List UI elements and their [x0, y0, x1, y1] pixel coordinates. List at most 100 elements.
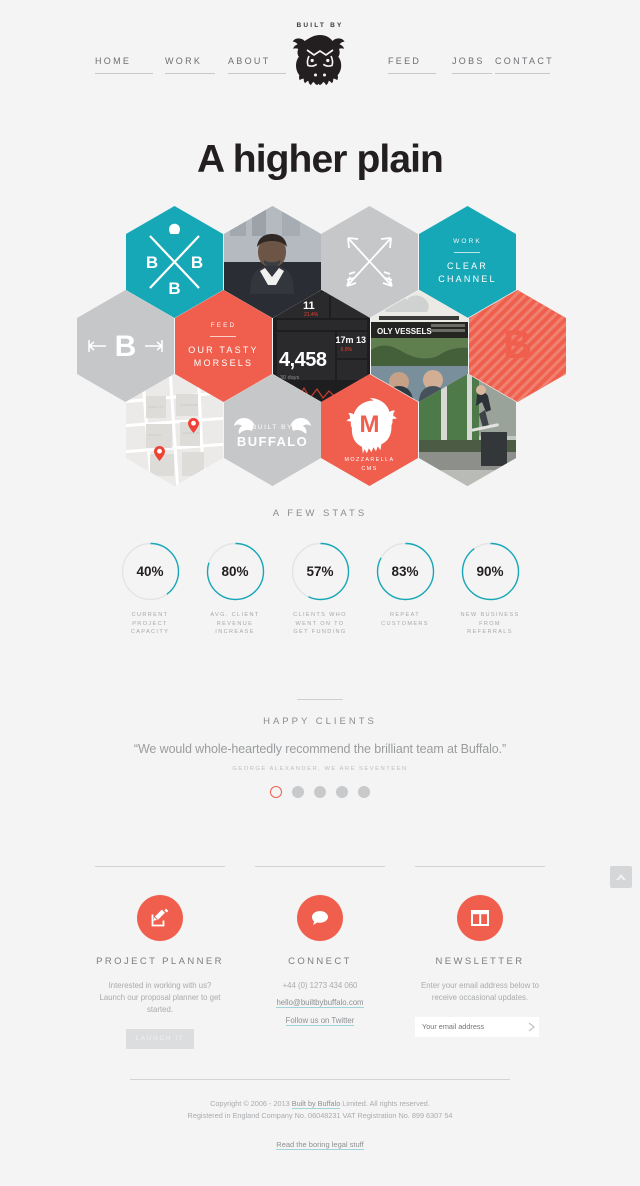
- footer-column-project-planner: PROJECT PLANNER Interested in working wi…: [95, 865, 225, 1049]
- svg-text:B: B: [503, 323, 532, 367]
- footer-column-body: Interested in working with us? Launch ou…: [99, 980, 221, 1014]
- footer-column-body: Enter your email address below to receiv…: [421, 980, 539, 1002]
- stat-value: 90%: [476, 564, 504, 579]
- svg-text:B: B: [115, 330, 137, 363]
- nav-item-jobs[interactable]: JOBS: [452, 56, 492, 74]
- svg-text:MOZZARELLA: MOZZARELLA: [345, 457, 395, 463]
- svg-text:BUILT BY: BUILT BY: [252, 424, 293, 431]
- footer-column-title: CONNECT: [288, 955, 352, 967]
- newsletter-email-input[interactable]: [415, 1016, 523, 1037]
- testimonial-pagination: [0, 785, 640, 798]
- stat-item: 57% CLIENTS WHO WENT ON TO GET FUNDING: [290, 541, 351, 637]
- page-root: BUILT BY HOME WORK ABOUT FEED JOBS CONTA…: [0, 0, 640, 1186]
- map-pin-icon: [188, 418, 199, 433]
- footer-column-title: PROJECT PLANNER: [96, 955, 224, 967]
- hex-eyebrow: WORK: [453, 238, 482, 245]
- stat-item: 90% NEW BUSINESS FROM REFERRALS: [460, 541, 521, 637]
- divider: [255, 865, 385, 867]
- svg-text:BUFFALO: BUFFALO: [237, 434, 308, 449]
- stat-ring: 80%: [205, 541, 266, 602]
- newsletter-icon-button[interactable]: [457, 894, 503, 941]
- stat-item: 83% REPEAT CUSTOMERS: [375, 541, 436, 637]
- stat-caption: REPEAT CUSTOMERS: [381, 612, 429, 627]
- hex-title: CLEAR CHANNEL: [438, 261, 497, 284]
- chevron-right-icon: [528, 1021, 535, 1032]
- connect-email-link[interactable]: hello@builtbybuffalo.com: [276, 998, 364, 1008]
- pagination-dot[interactable]: [292, 785, 304, 798]
- speech-bubble-icon: [312, 910, 328, 925]
- divider: [415, 865, 545, 867]
- dashboard-stat-secondary: 17m 13: [335, 335, 366, 345]
- copyright-line-2: Registered in England Company No. 060482…: [187, 1110, 453, 1120]
- newsletter-submit-button[interactable]: [523, 1017, 539, 1037]
- footer-column-newsletter: NEWSLETTER Enter your email address belo…: [415, 865, 545, 1049]
- divider: [454, 252, 481, 253]
- copyright-post: Limited. All rights reserved.: [340, 1098, 430, 1108]
- footer-column-title: NEWSLETTER: [435, 955, 525, 967]
- svg-text:CMS: CMS: [361, 466, 377, 472]
- stat-value: 80%: [221, 564, 249, 579]
- connect-icon-button[interactable]: [297, 894, 343, 941]
- project-planner-icon-button[interactable]: [137, 894, 183, 941]
- connect-phone: +44 (0) 1273 434 060: [282, 980, 358, 990]
- svg-text:QUEENS RD: QUEENS RD: [180, 403, 199, 407]
- stats-heading: A FEW STATS: [272, 508, 368, 519]
- svg-text:B: B: [146, 253, 158, 272]
- nav-item-feed[interactable]: FEED: [388, 56, 436, 74]
- legal-link[interactable]: Read the boring legal stuff: [276, 1139, 364, 1150]
- testimonial-cite: GEORGE ALEXANDER, WE ARE SEVENTEEN: [232, 765, 408, 772]
- divider: [130, 1078, 510, 1080]
- pagination-dot[interactable]: [314, 785, 326, 798]
- stat-value: 57%: [306, 564, 334, 579]
- svg-text:NORTH ST: NORTH ST: [148, 405, 163, 409]
- svg-text:WEST ST: WEST ST: [148, 433, 161, 437]
- legal-block: Read the boring legal stuff: [0, 1134, 640, 1152]
- svg-text:OLY VESSELS: OLY VESSELS: [377, 327, 432, 336]
- nav-item-about[interactable]: ABOUT: [228, 56, 286, 74]
- stat-item: 40% CURRENT PROJECT CAPACITY: [120, 541, 181, 637]
- stat-ring: 40%: [120, 541, 181, 602]
- stat-value: 40%: [136, 564, 164, 579]
- nav-item-work[interactable]: WORK: [165, 56, 215, 74]
- svg-text:B: B: [168, 279, 180, 298]
- hex-eyebrow: FEED: [210, 322, 237, 329]
- testimonial-heading: HAPPY CLIENTS: [263, 715, 377, 727]
- pagination-dot[interactable]: [336, 785, 348, 798]
- built-by-buffalo-link[interactable]: Built by Buffalo: [291, 1098, 341, 1109]
- main-nav: HOME WORK ABOUT FEED JOBS CONTACT: [0, 56, 640, 76]
- svg-text:B: B: [191, 253, 203, 272]
- divider: [297, 698, 343, 700]
- scroll-to-top-button[interactable]: [610, 866, 632, 888]
- stat-value: 83%: [391, 564, 419, 579]
- stat-item: 80% AVG. CLIENT REVENUE INCREASE: [205, 541, 266, 637]
- layout-grid-icon: [471, 909, 489, 926]
- copyright-line-1: Copyright © 2006 - 2013 Built by Buffalo…: [0, 1098, 640, 1110]
- stat-caption: NEW BUSINESS FROM REFERRALS: [460, 612, 520, 635]
- stat-caption: AVG. CLIENT REVENUE INCREASE: [210, 612, 260, 635]
- map-pin-icon: [154, 446, 165, 461]
- connect-twitter-link[interactable]: Follow us on Twitter: [285, 1016, 355, 1026]
- hex-tile-content: FEED OUR TASTY MORSELS: [188, 322, 258, 370]
- stats-list: 40% CURRENT PROJECT CAPACITY 80% AVG. CL…: [0, 541, 640, 637]
- stat-ring: 90%: [460, 541, 521, 602]
- copyright-pre: Copyright © 2006 - 2013: [210, 1098, 292, 1108]
- pagination-dot[interactable]: [358, 785, 370, 798]
- site-header: BUILT BY HOME WORK ABOUT FEED JOBS CONTA…: [0, 0, 640, 110]
- testimonial-section: HAPPY CLIENTS “We would whole-heartedly …: [0, 698, 640, 798]
- nav-item-contact[interactable]: CONTACT: [495, 56, 552, 74]
- chevron-up-icon: [616, 873, 626, 880]
- launch-it-button[interactable]: LAUNCH IT: [126, 1028, 194, 1049]
- stat-ring: 83%: [375, 541, 436, 602]
- divider: [210, 336, 237, 337]
- divider: [95, 865, 225, 867]
- stat-caption: CURRENT PROJECT CAPACITY: [130, 612, 170, 635]
- stats-section: A FEW STATS 40% CURRENT PROJECT CAPACITY: [0, 508, 640, 637]
- dashboard-delta-2: 6.9%: [340, 347, 352, 353]
- stat-caption: CLIENTS WHO WENT ON TO GET FUNDING: [293, 612, 347, 635]
- dashboard-stat-top: 11: [303, 300, 315, 312]
- compose-pencil-icon: [151, 908, 169, 926]
- pagination-dot[interactable]: [270, 785, 282, 798]
- footer-columns: PROJECT PLANNER Interested in working wi…: [0, 865, 640, 1049]
- nav-item-home[interactable]: HOME: [95, 56, 153, 74]
- svg-text:M: M: [360, 411, 380, 438]
